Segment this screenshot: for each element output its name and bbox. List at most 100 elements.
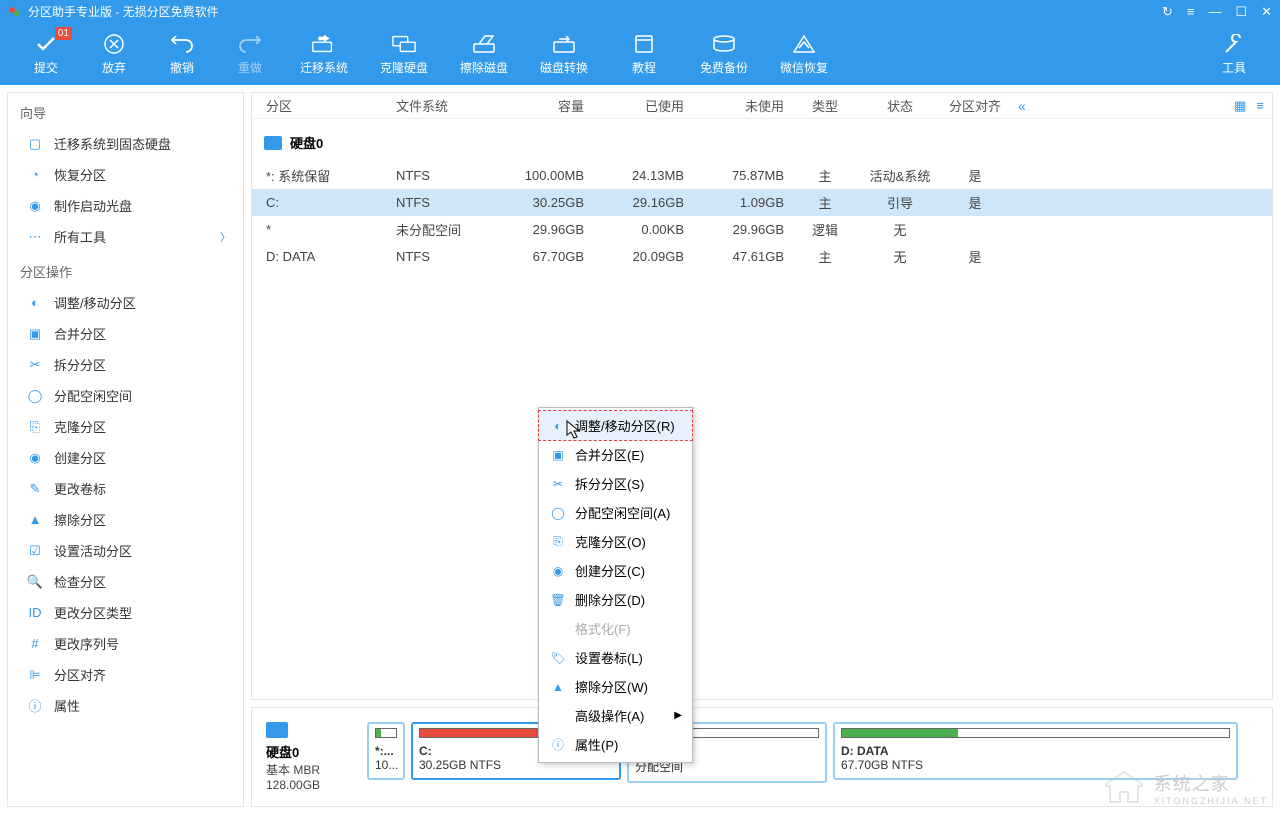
col-unused[interactable]: 未使用: [690, 96, 790, 115]
ops-item-label: 更改卷标: [54, 479, 106, 498]
col-filesystem[interactable]: 文件系统: [390, 96, 490, 115]
ctx-item-icon: ◉: [549, 563, 567, 579]
ops-item-3[interactable]: ◯分配空闲空间: [8, 380, 243, 411]
wizard-item-label: 制作启动光盘: [54, 196, 132, 215]
wizard-item-2[interactable]: ◉制作启动光盘: [8, 190, 243, 221]
ctx-item-1[interactable]: ▣合并分区(E): [539, 440, 692, 469]
disk-heading[interactable]: 硬盘0: [252, 119, 1272, 162]
ctx-item-icon: ⎘: [549, 534, 567, 550]
wipe-button[interactable]: 擦除磁盘: [444, 25, 524, 83]
ops-item-label: 属性: [54, 696, 80, 715]
redo-button[interactable]: 重做: [216, 25, 284, 83]
ops-item-11[interactable]: #更改序列号: [8, 628, 243, 659]
wizard-item-label: 所有工具: [54, 227, 106, 246]
ctx-item-0[interactable]: ◐调整/移动分区(R): [538, 410, 693, 441]
col-type[interactable]: 类型: [790, 96, 860, 115]
backup-button[interactable]: 免费备份: [684, 25, 764, 83]
ops-item-0[interactable]: ◐ 调整/移动分区: [8, 287, 243, 318]
wizard-item-icon: ▢: [26, 135, 44, 153]
ops-item-icon: ✎: [26, 480, 44, 498]
maximize-icon[interactable]: ☐: [1235, 5, 1247, 18]
commit-button[interactable]: 01 提交: [12, 25, 80, 83]
ops-item-4[interactable]: ⎘克隆分区: [8, 411, 243, 442]
ctx-item-11[interactable]: ⓘ属性(P): [539, 730, 692, 759]
ops-item-label: 分配空闲空间: [54, 386, 132, 405]
refresh-icon[interactable]: ↻: [1162, 5, 1173, 18]
ops-item-7[interactable]: ▲擦除分区: [8, 504, 243, 535]
ops-item-icon: ◐: [26, 294, 44, 312]
ops-item-10[interactable]: ID更改分区类型: [8, 597, 243, 628]
minimize-icon[interactable]: —: [1208, 5, 1221, 18]
disk-icon: [264, 136, 282, 150]
ops-item-5[interactable]: ◉创建分区: [8, 442, 243, 473]
diskmap-partition[interactable]: *:...10...: [367, 722, 405, 780]
table-row[interactable]: C:NTFS30.25GB29.16GB1.09GB主引导是: [252, 189, 1272, 216]
ctx-item-9[interactable]: ▲擦除分区(W): [539, 672, 692, 701]
ops-item-13[interactable]: ⓘ属性: [8, 690, 243, 721]
migrate-button[interactable]: 迁移系统: [284, 25, 364, 83]
ctx-item-label: 拆分分区(S): [575, 474, 644, 493]
ctx-item-2[interactable]: ✂拆分分区(S): [539, 469, 692, 498]
ops-item-label: 设置活动分区: [54, 541, 132, 560]
ops-item-icon: ⎘: [26, 418, 44, 436]
ctx-item-8[interactable]: 🏷设置卷标(L): [539, 643, 692, 672]
tools-button[interactable]: 工具: [1200, 25, 1268, 83]
usage-bar: [375, 728, 397, 738]
table-row[interactable]: *未分配空间29.96GB0.00KB29.96GB逻辑无: [252, 216, 1272, 243]
diskmap-disk-header[interactable]: 硬盘0基本 MBR128.00GB: [266, 722, 361, 792]
ops-item-icon: #: [26, 635, 44, 653]
ctx-item-label: 合并分区(E): [575, 445, 644, 464]
ops-item-9[interactable]: 🔍检查分区: [8, 566, 243, 597]
ops-item-label: 调整/移动分区: [54, 293, 136, 312]
col-used[interactable]: 已使用: [590, 96, 690, 115]
convert-icon: [551, 33, 577, 55]
cancel-icon: [101, 33, 127, 55]
redo-icon: [237, 33, 263, 55]
submenu-arrow-icon: ▶: [674, 710, 682, 721]
disk-icon: [266, 722, 288, 738]
app-icon: [8, 5, 22, 19]
col-align[interactable]: 分区对齐: [940, 96, 1010, 115]
col-capacity[interactable]: 容量: [490, 96, 590, 115]
wechat-button[interactable]: 微信恢复: [764, 25, 844, 83]
ctx-item-4[interactable]: ⎘ 克隆分区(O): [539, 527, 692, 556]
convert-button[interactable]: 磁盘转换: [524, 25, 604, 83]
ctx-item-icon: [549, 621, 567, 637]
ops-item-icon: ⊫: [26, 666, 44, 684]
commit-badge: 01: [55, 27, 72, 40]
wizard-item-1[interactable]: ◔恢复分区: [8, 159, 243, 190]
ctx-item-label: 克隆分区(O): [575, 532, 646, 551]
book-icon: [631, 33, 657, 55]
table-row[interactable]: D: DATANTFS67.70GB20.09GB47.61GB主无是: [252, 243, 1272, 270]
grid-view-icon[interactable]: ▦: [1234, 98, 1246, 114]
ctx-item-5[interactable]: ◉创建分区(C): [539, 556, 692, 585]
clone-button[interactable]: 克隆硬盘: [364, 25, 444, 83]
ops-item-1[interactable]: ▣合并分区: [8, 318, 243, 349]
ctx-item-6[interactable]: 🗑删除分区(D): [539, 585, 692, 614]
wizard-item-0[interactable]: ▢迁移系统到固态硬盘: [8, 128, 243, 159]
ctx-item-7: 格式化(F): [539, 614, 692, 643]
ctx-item-icon: [549, 708, 567, 724]
list-view-icon[interactable]: ≡: [1256, 98, 1264, 114]
window-title: 分区助手专业版 - 无损分区免费软件: [28, 3, 1162, 20]
wizard-item-3[interactable]: ⋯所有工具〉: [8, 221, 243, 252]
table-row[interactable]: *: 系统保留NTFS100.00MB24.13MB75.87MB主活动&系统是: [252, 162, 1272, 189]
ops-item-6[interactable]: ✎ 更改卷标: [8, 473, 243, 504]
ops-item-12[interactable]: ⊫分区对齐: [8, 659, 243, 690]
tutorial-button[interactable]: 教程: [604, 25, 684, 83]
col-status[interactable]: 状态: [860, 96, 940, 115]
discard-button[interactable]: 放弃: [80, 25, 148, 83]
ctx-item-3[interactable]: ◯分配空闲空间(A): [539, 498, 692, 527]
col-partition[interactable]: 分区: [260, 96, 390, 115]
collapse-columns-icon[interactable]: «: [1010, 98, 1034, 114]
ops-item-2[interactable]: ✂拆分分区: [8, 349, 243, 380]
ops-item-label: 创建分区: [54, 448, 106, 467]
help-icon[interactable]: ≡: [1187, 5, 1195, 18]
undo-button[interactable]: 撤销: [148, 25, 216, 83]
ctx-item-label: 调整/移动分区(R): [575, 416, 675, 435]
close-icon[interactable]: ✕: [1261, 5, 1272, 18]
partition-context-menu: ◐调整/移动分区(R)▣合并分区(E)✂拆分分区(S)◯分配空闲空间(A) ⎘ 克隆…: [538, 407, 693, 763]
ctx-item-10[interactable]: 高级操作(A)▶: [539, 701, 692, 730]
ctx-item-icon: ◯: [549, 505, 567, 521]
ops-item-8[interactable]: ☑设置活动分区: [8, 535, 243, 566]
